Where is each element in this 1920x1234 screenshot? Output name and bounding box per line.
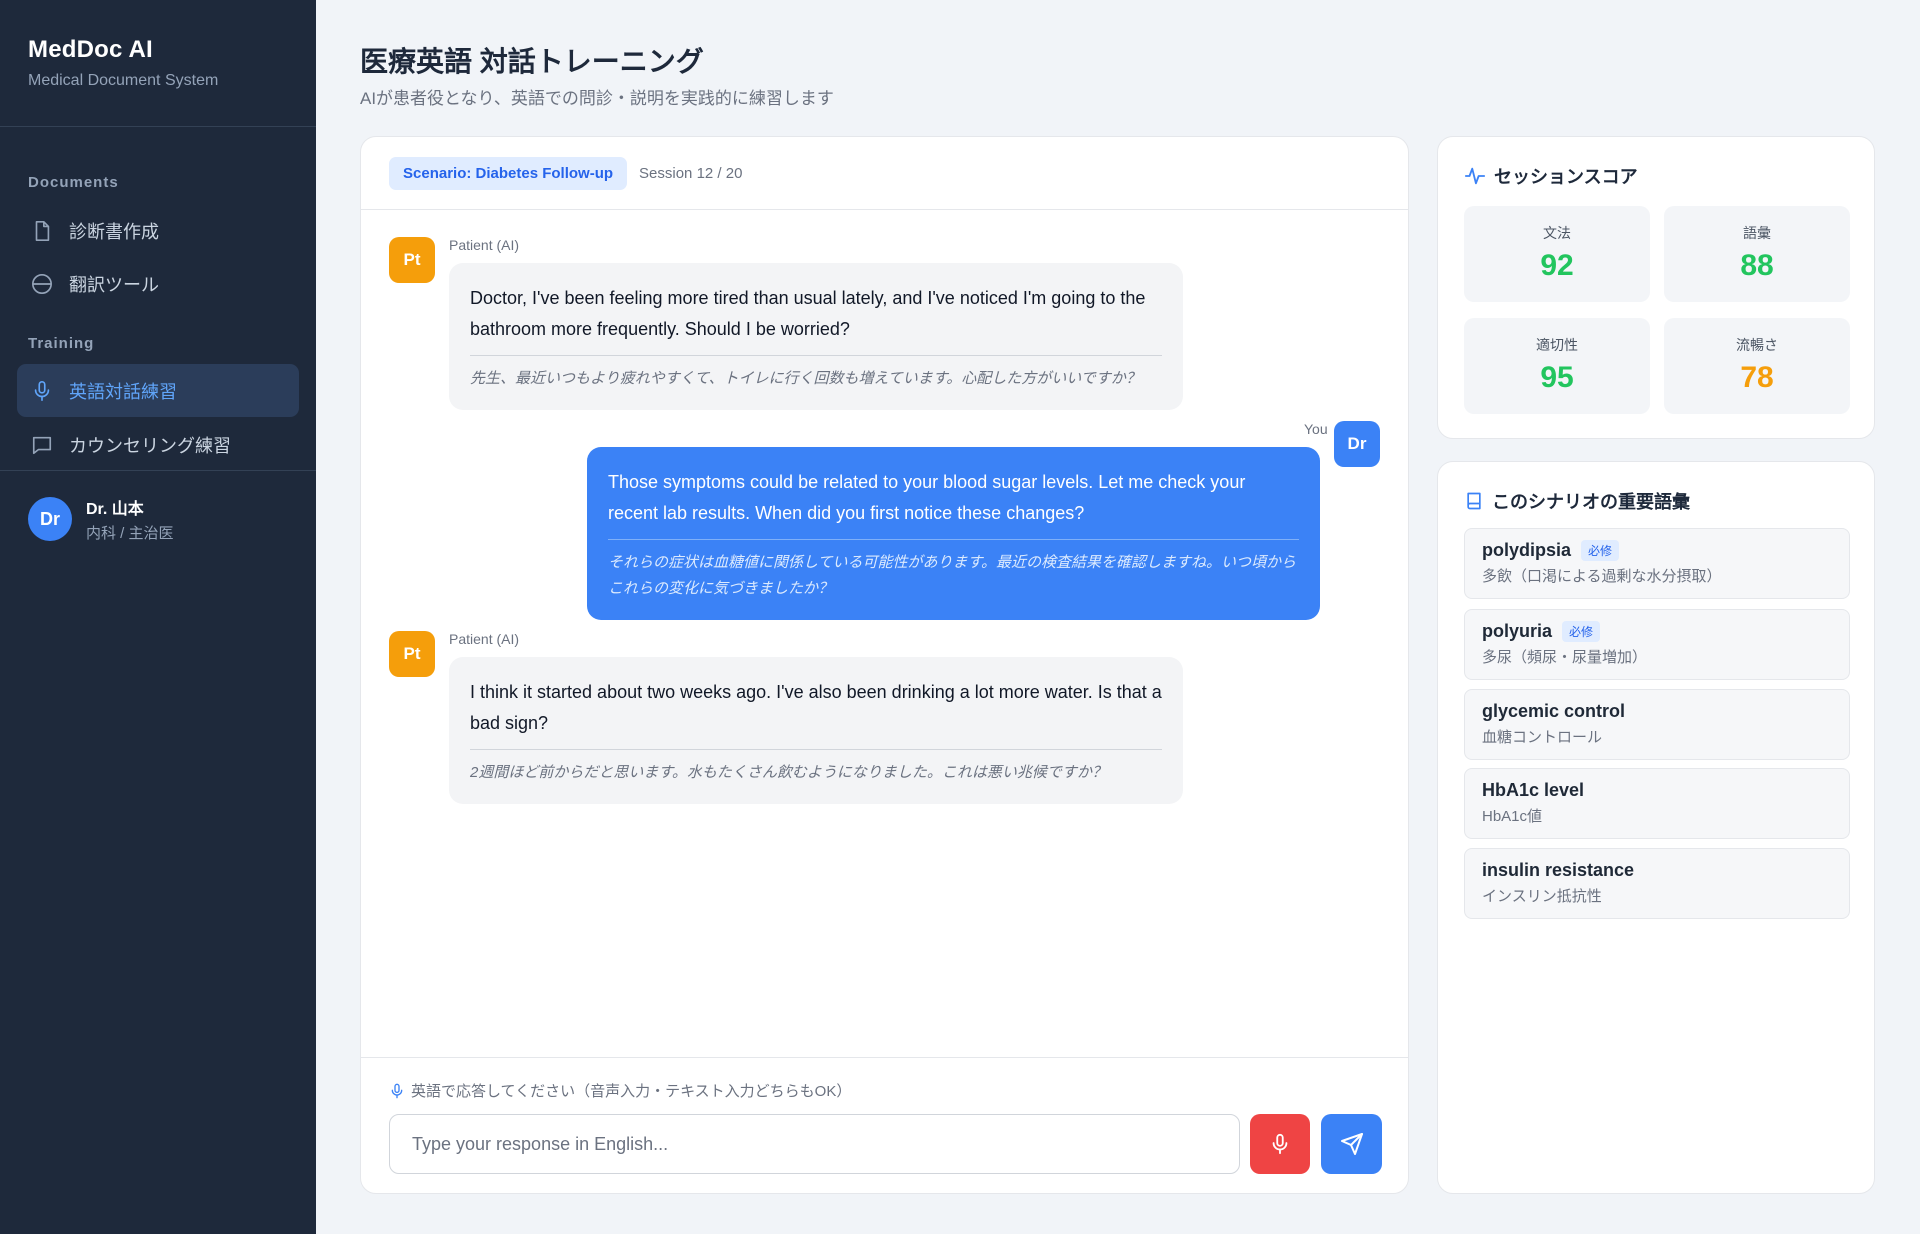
chat-input-area: 英語で応答してください（音声入力・テキスト入力どちらもOK） — [361, 1057, 1408, 1193]
user-profile[interactable]: Dr Dr. 山本 内科 / 主治医 — [28, 495, 174, 543]
voice-input-button[interactable] — [1250, 1114, 1310, 1174]
message-translation: 2週間ほど前からだと思います。水もたくさん飲むようになりました。これは悪い兆候で… — [470, 749, 1162, 786]
response-input[interactable] — [389, 1114, 1240, 1174]
microphone-icon — [1269, 1133, 1291, 1155]
nav-section-documents: Documents — [28, 174, 119, 191]
message-text: Those symptoms could be related to your … — [608, 472, 1246, 523]
score-value: 88 — [1740, 249, 1774, 282]
sidebar-item-label: 翻訳ツール — [69, 274, 159, 295]
sidebar-item-diagnosis[interactable]: 診断書作成 — [17, 204, 299, 257]
score-tile-grammar: 文法 92 — [1464, 206, 1650, 302]
user-role: 内科 / 主治医 — [86, 525, 174, 542]
app-subtitle: Medical Document System — [28, 72, 219, 89]
chat-panel: Scenario: Diabetes Follow-up Session 12 … — [360, 136, 1409, 1194]
chat-bubble-icon — [29, 432, 55, 458]
nav-section-training: Training — [28, 335, 95, 352]
vocab-item[interactable]: polyuria 必修 多尿（頻尿・尿量増加） — [1464, 609, 1850, 680]
score-value: 92 — [1540, 249, 1574, 282]
vocab-item[interactable]: polydipsia 必修 多飲（口渇による過剰な水分摂取） — [1464, 528, 1850, 599]
vocab-definition: HbA1c値 — [1482, 808, 1543, 825]
message-text: I think it started about two weeks ago. … — [470, 682, 1162, 733]
score-tile-fluency: 流暢さ 78 — [1664, 318, 1850, 414]
scenario-badge: Scenario: Diabetes Follow-up — [389, 156, 628, 190]
chat-header: Scenario: Diabetes Follow-up Session 12 … — [361, 137, 1408, 210]
send-button[interactable] — [1321, 1114, 1382, 1174]
vocab-item[interactable]: glycemic control 血糖コントロール — [1464, 689, 1850, 760]
score-tile-appropriateness: 適切性 95 — [1464, 318, 1650, 414]
doctor-avatar: Dr — [1334, 421, 1380, 467]
score-label: 語彙 — [1743, 225, 1771, 241]
sidebar-item-counseling[interactable]: カウンセリング練習 — [17, 418, 299, 471]
vocab-term: polydipsia — [1482, 540, 1572, 560]
score-label: 適切性 — [1536, 337, 1578, 353]
sidebar-item-label: 英語対話練習 — [69, 381, 177, 402]
globe-icon — [29, 271, 55, 297]
vocab-card-title: このシナリオの重要語彙 — [1464, 488, 1690, 514]
vocab-term: glycemic control — [1482, 701, 1626, 721]
score-tile-vocabulary: 語彙 88 — [1664, 206, 1850, 302]
vocab-item[interactable]: HbA1c level HbA1c値 — [1464, 768, 1850, 839]
vocab-term: polyuria — [1482, 621, 1553, 641]
message-translation: 先生、最近いつもより疲れやすくて、トイレに行く回数も増えています。心配した方がい… — [470, 355, 1162, 392]
vocab-definition: 血糖コントロール — [1482, 729, 1603, 746]
brand: MedDoc AI Medical Document System — [0, 0, 316, 127]
send-icon — [1340, 1132, 1364, 1156]
vocab-term: HbA1c level — [1482, 780, 1585, 800]
message-sender: Patient (AI) — [449, 237, 520, 253]
sidebar-divider — [0, 470, 316, 471]
patient-avatar: Pt — [389, 631, 435, 677]
user-name: Dr. 山本 — [86, 501, 144, 518]
book-icon — [1464, 491, 1484, 511]
vocab-term: insulin resistance — [1482, 860, 1635, 880]
required-badge: 必修 — [1562, 621, 1601, 642]
microphone-icon — [389, 1083, 405, 1099]
document-icon — [29, 218, 55, 244]
app-title: MedDoc AI — [28, 36, 153, 63]
sidebar: MedDoc AI Medical Document System Docume… — [0, 0, 316, 1234]
session-score-card: セッションスコア 文法 92 語彙 88 適切性 95 流暢さ 78 — [1437, 136, 1875, 439]
message-translation: それらの症状は血糖値に関係している可能性があります。最近の検査結果を確認しますね… — [608, 539, 1299, 602]
message-text: Doctor, I've been feeling more tired tha… — [470, 288, 1146, 339]
message-sender: You — [1304, 421, 1328, 437]
patient-avatar: Pt — [389, 237, 435, 283]
activity-icon — [1464, 165, 1486, 187]
session-counter: Session 12 / 20 — [639, 164, 743, 182]
message-bubble: Those symptoms could be related to your … — [587, 447, 1320, 620]
input-hint-text: 英語で応答してください（音声入力・テキスト入力どちらもOK） — [411, 1083, 852, 1100]
sidebar-item-english-dialogue[interactable]: 英語対話練習 — [17, 364, 299, 417]
key-vocabulary-card: このシナリオの重要語彙 polydipsia 必修 多飲（口渇による過剰な水分摂取… — [1437, 461, 1875, 1194]
required-badge: 必修 — [1581, 540, 1620, 561]
microphone-icon — [29, 378, 55, 404]
sidebar-item-label: 診断書作成 — [69, 221, 159, 242]
page-title: 医療英語 対話トレーニング — [360, 46, 704, 77]
score-value: 78 — [1740, 361, 1774, 394]
sidebar-item-label: カウンセリング練習 — [69, 435, 231, 456]
sidebar-item-translation[interactable]: 翻訳ツール — [17, 257, 299, 310]
vocab-definition: 多尿（頻尿・尿量増加） — [1482, 649, 1648, 666]
page-subtitle: AIが患者役となり、英語での問診・説明を実践的に練習します — [360, 89, 834, 108]
score-label: 流暢さ — [1736, 337, 1778, 353]
input-hint: 英語で応答してください（音声入力・テキスト入力どちらもOK） — [389, 1080, 851, 1101]
vocab-item[interactable]: insulin resistance インスリン抵抗性 — [1464, 848, 1850, 919]
message-bubble: I think it started about two weeks ago. … — [449, 657, 1183, 804]
message-sender: Patient (AI) — [449, 631, 520, 647]
avatar: Dr — [28, 497, 72, 541]
score-card-title: セッションスコア — [1464, 163, 1638, 189]
score-value: 95 — [1540, 361, 1574, 394]
score-label: 文法 — [1543, 225, 1571, 241]
message-bubble: Doctor, I've been feeling more tired tha… — [449, 263, 1183, 410]
vocab-definition: インスリン抵抗性 — [1482, 888, 1602, 905]
vocab-definition: 多飲（口渇による過剰な水分摂取） — [1482, 568, 1722, 585]
